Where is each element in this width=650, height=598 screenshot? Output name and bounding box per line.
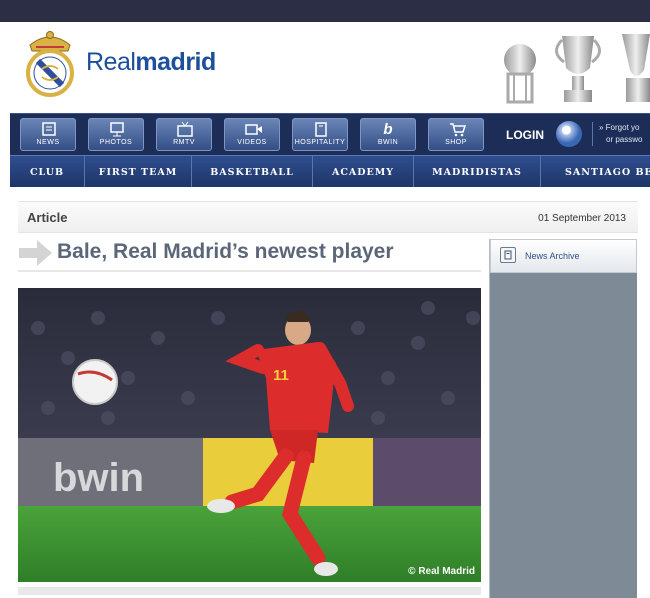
article-photo: bwin 11 © Real Madrid [18, 288, 481, 582]
article-date: 01 September 2013 [538, 213, 626, 224]
forgot-line-2: or passwo [606, 135, 643, 144]
sidebar: News Archive [489, 239, 637, 598]
nav-item-madridistas[interactable]: MADRIDISTAS [414, 156, 541, 188]
videos-label: VIDEOS [237, 139, 267, 146]
nav-item-club[interactable]: CLUB [10, 156, 85, 188]
rmtv-label: RMTV [173, 139, 195, 146]
photo-credit: © Real Madrid [408, 566, 475, 577]
news-button[interactable]: NEWS [20, 118, 76, 151]
hospitality-icon [315, 122, 327, 137]
photos-label: PHOTOS [99, 139, 133, 146]
nav-item-academy[interactable]: ACADEMY [313, 156, 414, 188]
login-button[interactable]: LOGIN [506, 128, 544, 142]
forgot-password-link[interactable]: » Forgot yo or passwo [592, 122, 642, 146]
photo-caption-bar [18, 587, 481, 595]
shop-label: SHOP [445, 139, 467, 146]
news-label: NEWS [36, 139, 60, 146]
nav-item-first-team[interactable]: FIRST TEAM [85, 156, 192, 188]
main-content: Article 01 September 2013 Bale, Real Mad… [10, 187, 650, 598]
videos-icon [245, 124, 262, 135]
article-title: Bale, Real Madrid’s newest player [57, 240, 394, 263]
archive-icon [500, 247, 516, 263]
section-label: Article [27, 210, 68, 225]
news-archive-label: News Archive [525, 251, 580, 261]
brand-name: Realmadrid [86, 48, 216, 77]
shop-cart-icon [450, 123, 467, 137]
videos-button[interactable]: VIDEOS [224, 118, 280, 151]
arrow-right-icon [19, 240, 52, 266]
main-nav: CLUB FIRST TEAM BASKETBALL ACADEMY MADRI… [10, 155, 650, 188]
photo-banner-text: bwin [53, 456, 144, 500]
trophies-icon [504, 34, 650, 104]
top-bar [0, 0, 650, 22]
shop-button[interactable]: SHOP [428, 118, 484, 151]
photos-button[interactable]: PHOTOS [88, 118, 144, 151]
nav-item-santiago-bernabeu[interactable]: SANTIAGO BER [541, 156, 650, 188]
photos-icon [110, 122, 124, 137]
tv-icon [177, 121, 193, 137]
article-title-row: Bale, Real Madrid’s newest player [18, 237, 481, 272]
brand-name-part2: madrid [135, 47, 216, 76]
bwin-icon: b [383, 121, 393, 138]
bwin-label: BWIN [377, 139, 399, 146]
login-icon[interactable] [556, 121, 582, 147]
article-header-bar: Article 01 September 2013 [18, 201, 638, 233]
news-icon [42, 122, 56, 136]
hospitality-label: HOSPITALITY [294, 139, 346, 146]
forgot-line-1: » Forgot yo [599, 123, 640, 132]
brand-name-part1: Real [86, 47, 136, 76]
hospitality-button[interactable]: HOSPITALITY [292, 118, 348, 151]
nav-item-basketball[interactable]: BASKETBALL [192, 156, 313, 188]
bwin-button[interactable]: b BWIN [360, 118, 416, 151]
club-crest-icon [26, 31, 74, 97]
news-archive-link[interactable]: News Archive [490, 239, 637, 273]
rmtv-button[interactable]: RMTV [156, 118, 212, 151]
site-logo[interactable]: Realmadrid [24, 26, 216, 98]
article-photo-image: bwin 11 [18, 288, 481, 582]
media-toolbar: NEWS PHOTOS RMTV VIDEOS HOSPITALITY b BW… [10, 113, 650, 156]
svg-text:11: 11 [273, 367, 289, 384]
